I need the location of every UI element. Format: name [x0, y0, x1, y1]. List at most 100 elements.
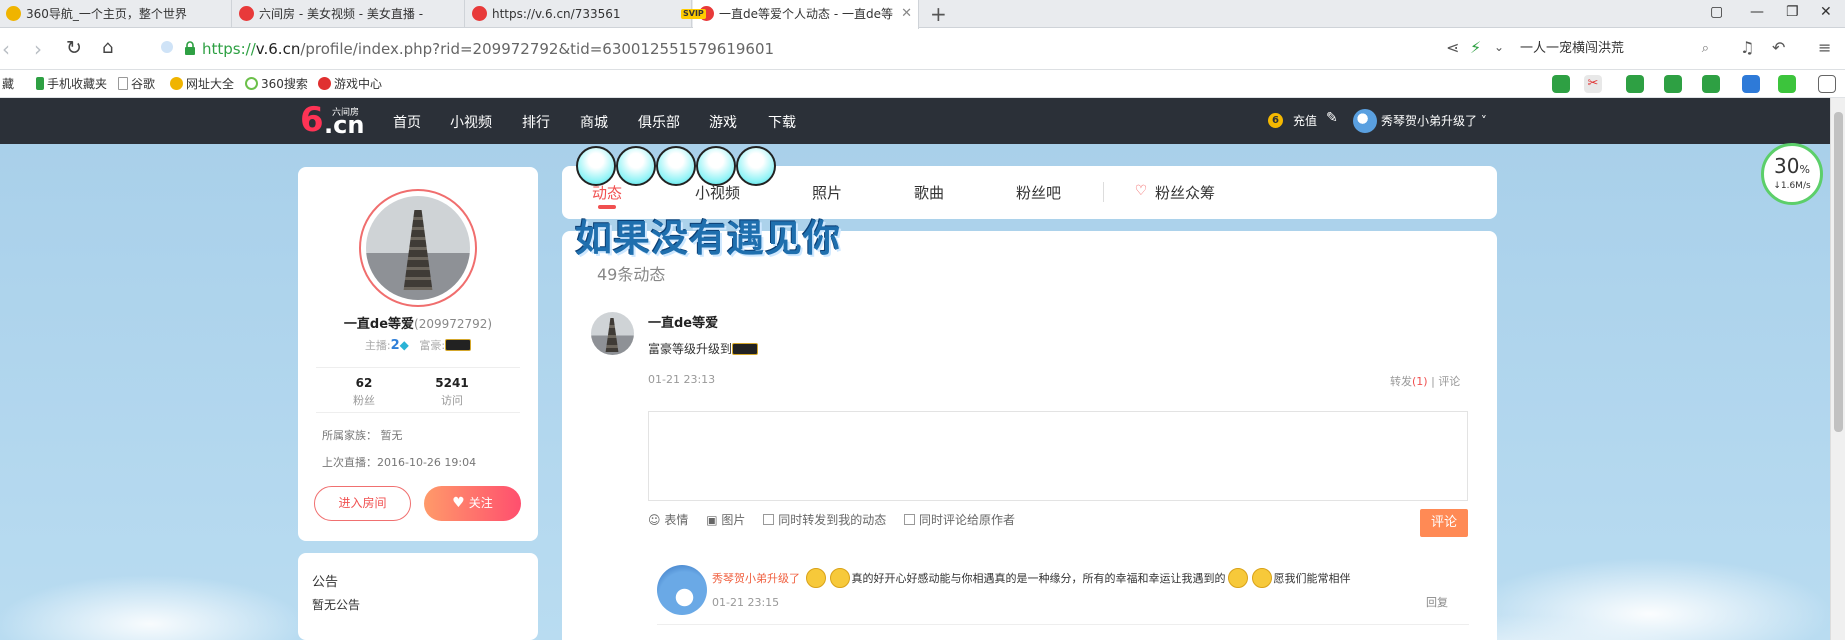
close-window-icon[interactable]: ✕ [1820, 4, 1832, 20]
emoji-icon [1251, 568, 1272, 588]
network-speed-widget[interactable]: 30% ↓1.6M/s [1761, 143, 1823, 205]
nav-mall[interactable]: 商城 [580, 112, 608, 132]
skin-icon[interactable]: ▢ [1710, 4, 1723, 20]
browser-tab-room[interactable]: https://v.6.cn/733561 [466, 0, 692, 28]
gamepad-ext-icon[interactable] [1702, 75, 1720, 93]
nav-home[interactable]: 首页 [393, 112, 421, 132]
stat-fans[interactable]: 62 粉丝 [324, 376, 404, 408]
logo-cn: .cn [324, 111, 365, 139]
currency-ext-icon[interactable] [1664, 75, 1682, 93]
bookmark-360-search[interactable]: 360搜索 [245, 75, 308, 93]
post-text: 富豪等级升级到 [648, 340, 759, 357]
undo-icon[interactable]: ↶ [1772, 38, 1785, 57]
edit-icon[interactable]: ✎ [1326, 110, 1338, 126]
smiley-icon: ☺ [648, 513, 661, 527]
lock-icon [185, 41, 195, 55]
url-bar[interactable]: https://v.6.cn/profile/index.php?rid=209… [160, 38, 1420, 62]
bubble-decoration [616, 146, 656, 186]
bookmark-favorites[interactable]: 藏 [2, 75, 14, 93]
wechat-ext-icon[interactable] [1552, 75, 1570, 93]
tab-fan-forum[interactable]: 粉丝吧 [1016, 182, 1061, 203]
wechat-icon[interactable] [1778, 75, 1796, 93]
tab-photos[interactable]: 照片 [812, 182, 842, 203]
user-name-menu[interactable]: 秀琴贺小弟升级了 ˅ [1381, 112, 1487, 129]
browser-tab-title: 六间房 - 美女视频 - 美女直播 - [259, 7, 424, 21]
svip-badge: SVIP [681, 9, 706, 19]
restore-icon[interactable]: ❐ [1786, 4, 1799, 20]
reload-icon[interactable]: ↻ [66, 37, 82, 59]
profile-card: 一直de等爱(209972792) 主播:2◆ 富豪: 62 粉丝 5241 访… [298, 167, 538, 541]
post-avatar[interactable] [591, 312, 634, 355]
enter-room-button[interactable]: 进入房间 [314, 486, 411, 521]
user-avatar[interactable] [1353, 109, 1377, 133]
url-text: https://v.6.cn/profile/index.php?rid=209… [202, 40, 775, 58]
minimize-icon[interactable]: — [1750, 4, 1764, 20]
browser-tab-title: 一直de等爱个人动态 - 一直de等 [719, 7, 893, 21]
apps-grid-icon[interactable] [1818, 75, 1836, 93]
new-tab-button[interactable]: + [930, 2, 947, 26]
speed-mode-icon[interactable]: ⚡ [1470, 38, 1481, 57]
heart-icon: ♥ [452, 495, 465, 511]
nav-games[interactable]: 游戏 [709, 112, 737, 132]
browser-tab-profile[interactable]: 一直de等爱个人动态 - 一直de等 ✕ [693, 0, 919, 29]
back-icon[interactable]: ‹ [2, 37, 10, 61]
menu-icon[interactable]: ≡ [1818, 38, 1831, 57]
browser-tab-title: 360导航_一个主页，整个世界 [26, 7, 187, 21]
translate-ext-icon[interactable] [1626, 75, 1644, 93]
diamond-icon: ◆ [399, 338, 409, 352]
search-box[interactable]: 一人一宠横闯洪荒 ⌕ [1520, 36, 1715, 62]
image-picker[interactable]: ▣ 图片 [706, 511, 745, 528]
headphones-icon[interactable]: ♫ [1740, 38, 1754, 57]
share-icon[interactable]: ⋖ [1446, 38, 1459, 57]
tab-divider [1103, 182, 1104, 202]
magnifier-ext-icon[interactable] [1742, 75, 1760, 93]
feed-count: 49条动态 [597, 265, 666, 284]
bookmark-game-center[interactable]: 游戏中心 [318, 75, 382, 93]
logo-six: 6 [300, 100, 324, 140]
speed-rate: ↓1.6M/s [1773, 181, 1811, 191]
comment-input[interactable] [648, 411, 1468, 501]
sync-forward-checkbox[interactable]: 同时转发到我的动态 [763, 511, 886, 528]
notice-card: 公告 暂无公告 [298, 553, 538, 640]
nav-ranking[interactable]: 排行 [522, 112, 550, 132]
tab-songs[interactable]: 歌曲 [914, 182, 944, 203]
nav-short-video[interactable]: 小视频 [450, 112, 492, 132]
emoji-icon [829, 568, 850, 588]
host-level: 2 [390, 338, 400, 353]
notice-title: 公告 [312, 575, 339, 590]
comment-link[interactable]: 评论 [1438, 375, 1460, 388]
browser-tab-360[interactable]: 360导航_一个主页，整个世界 [0, 0, 232, 28]
avatar-photo [366, 196, 470, 300]
nav-club[interactable]: 俱乐部 [638, 112, 680, 132]
forward-icon[interactable]: › [34, 37, 42, 61]
profile-stats: 62 粉丝 5241 访问 [316, 367, 520, 413]
close-tab-icon[interactable]: ✕ [901, 0, 912, 28]
forward-link[interactable]: 转发(1) [1390, 375, 1428, 388]
profile-name: 一直de等爱(209972792) [343, 317, 493, 332]
browser-tab-title: https://v.6.cn/733561 [492, 7, 621, 21]
bookmark-mobile[interactable]: 手机收藏夹 [36, 75, 107, 93]
reply-time: 01-21 23:15 [712, 596, 780, 609]
search-icon[interactable]: ⌕ [1702, 36, 1709, 62]
tab-fan-crowdfund[interactable]: 粉丝众筹 [1155, 182, 1215, 203]
emoji-picker[interactable]: ☺ 表情 [648, 511, 688, 528]
home-icon[interactable]: ⌂ [102, 37, 113, 58]
chevron-down-icon[interactable]: ⌄ [1494, 40, 1504, 54]
browser-tab-6cn-home[interactable]: 六间房 - 美女视频 - 美女直播 - [233, 0, 465, 28]
page-scrollbar[interactable] [1830, 98, 1845, 640]
post-author[interactable]: 一直de等爱 [648, 312, 718, 331]
profile-avatar[interactable] [359, 189, 477, 307]
reply-user[interactable]: 秀琴贺小弟升级了 [712, 572, 800, 585]
reply-button[interactable]: 回复 [1426, 594, 1448, 610]
site-logo[interactable]: 6 六间房 .cn [300, 100, 366, 141]
sync-comment-checkbox[interactable]: 同时评论给原作者 [904, 511, 1015, 528]
follow-button[interactable]: ♥ 关注 [424, 486, 521, 521]
bookmark-google[interactable]: 谷歌 [118, 75, 155, 93]
scissors-icon[interactable]: ✂ [1584, 75, 1602, 93]
nav-download[interactable]: 下载 [768, 112, 796, 132]
submit-comment-button[interactable]: 评论 [1420, 509, 1468, 537]
bookmark-site-nav[interactable]: 网址大全 [170, 75, 234, 93]
scrollbar-thumb[interactable] [1834, 112, 1843, 432]
reply-avatar[interactable] [657, 565, 707, 615]
recharge-link[interactable]: 充值 [1293, 112, 1317, 129]
